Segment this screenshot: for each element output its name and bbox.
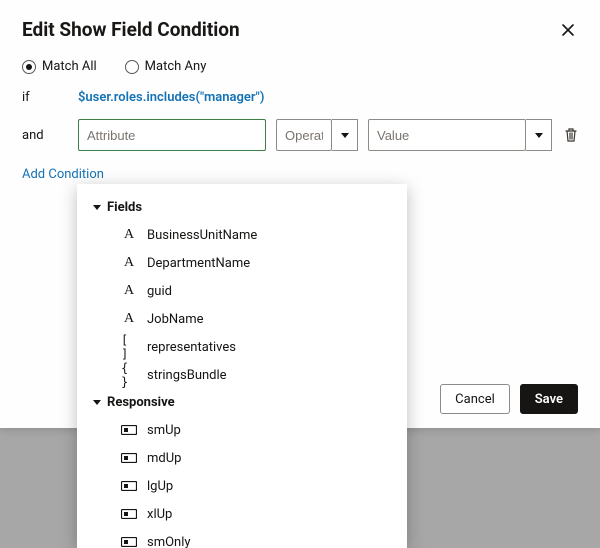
group-label: Responsive bbox=[107, 395, 175, 410]
dropdown-item-label: DepartmentName bbox=[147, 256, 250, 271]
dropdown-item-label: guid bbox=[147, 284, 172, 299]
dropdown-item[interactable]: lgUp bbox=[77, 472, 407, 500]
radio-icon bbox=[22, 60, 36, 74]
dropdown-item-label: mdUp bbox=[147, 451, 181, 466]
dropdown-group-header[interactable]: Fields bbox=[77, 194, 407, 221]
match-any-radio[interactable]: Match Any bbox=[125, 59, 207, 74]
array-type-icon: [ ] bbox=[121, 339, 137, 355]
responsive-type-icon bbox=[121, 478, 137, 494]
dropdown-item-label: lgUp bbox=[147, 479, 173, 494]
match-all-label: Match All bbox=[42, 59, 97, 74]
text-type-icon: A bbox=[121, 227, 137, 243]
dropdown-item[interactable]: A BusinessUnitName bbox=[77, 221, 407, 249]
dropdown-item[interactable]: Aguid bbox=[77, 277, 407, 305]
responsive-type-icon bbox=[121, 506, 137, 522]
group-label: Fields bbox=[107, 200, 142, 215]
save-label: Save bbox=[535, 392, 563, 407]
attribute-input[interactable] bbox=[78, 119, 266, 151]
dropdown-item-label: stringsBundle bbox=[147, 368, 227, 383]
condition-row bbox=[78, 119, 580, 151]
match-all-radio[interactable]: Match All bbox=[22, 59, 97, 74]
dropdown-item-label: JobName bbox=[147, 312, 204, 327]
dropdown-item[interactable]: { } stringsBundle bbox=[77, 361, 407, 389]
dropdown-item-label: smOnly bbox=[147, 535, 191, 548]
text-type-icon: A bbox=[121, 283, 137, 299]
dialog-content: Match All Match Any if $user.roles.inclu… bbox=[0, 51, 600, 182]
attribute-dropdown[interactable]: Fields A BusinessUnitName A DepartmentName Ag… bbox=[77, 184, 407, 548]
object-type-icon: { } bbox=[121, 367, 137, 383]
chevron-down-icon bbox=[341, 133, 349, 138]
responsive-type-icon bbox=[121, 450, 137, 466]
value-combo bbox=[368, 119, 552, 151]
responsive-type-icon bbox=[121, 534, 137, 548]
chevron-down-icon bbox=[93, 400, 101, 405]
dropdown-item-label: BusinessUnitName bbox=[147, 228, 257, 243]
dropdown-item[interactable]: A DepartmentName bbox=[77, 249, 407, 277]
operator-dropdown-button[interactable] bbox=[332, 119, 358, 151]
match-mode-group: Match All Match Any bbox=[22, 59, 578, 74]
dropdown-item-label: smUp bbox=[147, 423, 181, 438]
dropdown-item[interactable]: smOnly bbox=[77, 528, 407, 548]
cancel-button[interactable]: Cancel bbox=[440, 384, 510, 414]
dropdown-item-label: representatives bbox=[147, 340, 236, 355]
dropdown-item[interactable]: smUp bbox=[77, 416, 407, 444]
cancel-label: Cancel bbox=[455, 392, 495, 407]
dropdown-item[interactable]: [ ] representatives bbox=[77, 333, 407, 361]
if-keyword: if bbox=[22, 90, 78, 105]
dropdown-group-header[interactable]: Responsive bbox=[77, 389, 407, 416]
value-dropdown-button[interactable] bbox=[526, 119, 552, 151]
close-icon[interactable] bbox=[558, 20, 578, 40]
expression-text[interactable]: $user.roles.includes("manager") bbox=[78, 90, 580, 105]
dropdown-item[interactable]: mdUp bbox=[77, 444, 407, 472]
operator-input[interactable] bbox=[276, 119, 332, 151]
add-condition-link[interactable]: Add Condition bbox=[22, 167, 104, 182]
text-type-icon: A bbox=[121, 311, 137, 327]
dropdown-item-label: xlUp bbox=[147, 507, 172, 522]
radio-icon bbox=[125, 60, 139, 74]
dropdown-item[interactable]: A JobName bbox=[77, 305, 407, 333]
value-input[interactable] bbox=[368, 119, 526, 151]
dialog-footer: Cancel Save bbox=[440, 384, 578, 414]
dialog-title: Edit Show Field Condition bbox=[22, 18, 240, 41]
chevron-down-icon bbox=[535, 133, 543, 138]
delete-icon[interactable] bbox=[564, 127, 580, 143]
dropdown-item[interactable]: xlUp bbox=[77, 500, 407, 528]
text-type-icon: A bbox=[121, 255, 137, 271]
conditions-grid: if $user.roles.includes("manager") and bbox=[22, 90, 578, 151]
match-any-label: Match Any bbox=[145, 59, 207, 74]
and-keyword: and bbox=[22, 128, 78, 143]
chevron-down-icon bbox=[93, 205, 101, 210]
responsive-type-icon bbox=[121, 422, 137, 438]
save-button[interactable]: Save bbox=[520, 384, 578, 414]
dialog-header: Edit Show Field Condition bbox=[0, 0, 600, 51]
operator-combo bbox=[276, 119, 358, 151]
